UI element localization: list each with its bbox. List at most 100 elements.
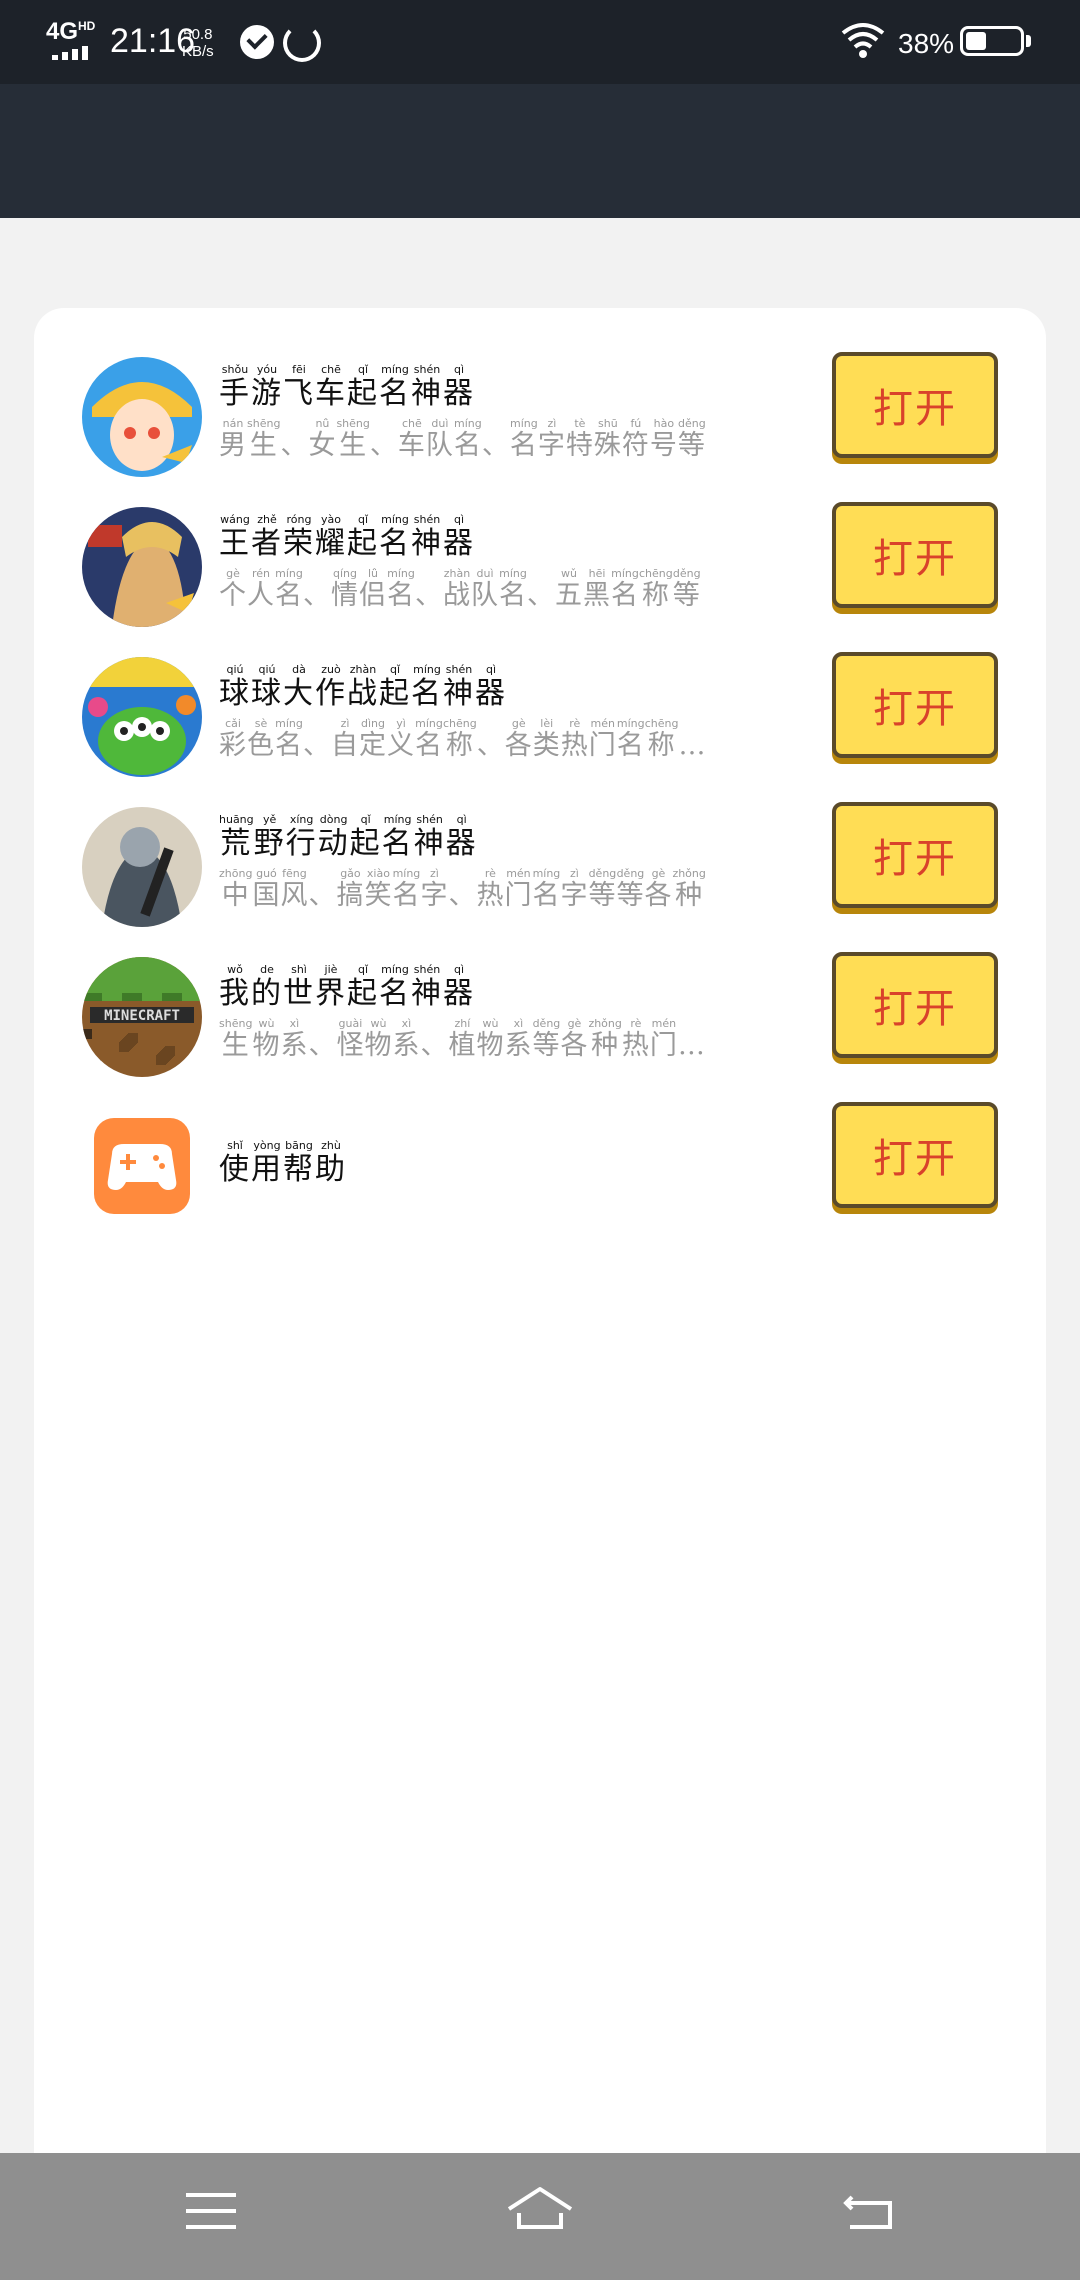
char: 物wù <box>476 1018 505 1061</box>
open-button[interactable]: 打开 <box>832 802 998 908</box>
char: 世shì <box>283 963 315 1011</box>
char: 战zhàn <box>443 568 471 611</box>
open-button[interactable]: 打开 <box>832 352 998 458</box>
char: 我wǒ <box>219 963 251 1011</box>
char: 起qǐ <box>347 513 379 561</box>
char: 门mén <box>649 1018 678 1061</box>
char: 系xì <box>392 1018 421 1061</box>
char: 各gè <box>560 1018 589 1061</box>
char: 女nǚ <box>308 418 337 461</box>
char: 系xì <box>280 1018 309 1061</box>
rules-of-survival-soldier-icon[interactable] <box>82 807 202 927</box>
char: 帮bāng <box>283 1139 315 1187</box>
char: 生shēng <box>219 1018 253 1061</box>
char: 称chēng <box>644 718 679 761</box>
netease-music-icon <box>283 24 321 62</box>
char: 等děng <box>677 418 706 461</box>
char: 名míng <box>453 418 482 461</box>
app-row[interactable]: 使shǐ用yòng帮bāng助zhù 打开 <box>34 1092 1046 1242</box>
char: 种zhǒng <box>588 1018 622 1061</box>
char: 名míng <box>381 813 414 861</box>
app-title: 球qiú球qiú大dà作zuò战zhàn起qǐ名míng神shén器qì <box>219 663 507 712</box>
char: 人rén <box>247 568 275 611</box>
char: 字zì <box>560 868 589 911</box>
char: 荣róng <box>283 513 315 561</box>
app-row[interactable]: 荒huāng野yě行xíng动dòng起qǐ名míng神shén器qì 中zhōn… <box>34 792 1046 942</box>
char: 、 <box>476 730 505 761</box>
char: 色sè <box>247 718 275 761</box>
char: 热rè <box>621 1018 650 1061</box>
open-button[interactable]: 打开 <box>832 502 998 608</box>
app-title: 手shǒu游yóu飞fēi车chē起qǐ名míng神shén器qì <box>219 363 475 412</box>
char: 侣lǚ <box>359 568 387 611</box>
char: 个gè <box>219 568 247 611</box>
char: 男nán <box>219 418 247 461</box>
char: 名míng <box>379 963 411 1011</box>
char: 情qíng <box>331 568 359 611</box>
char: 神shén <box>411 363 443 411</box>
open-button[interactable]: 打开 <box>832 1102 998 1208</box>
char: 生shēng <box>247 418 281 461</box>
char: 车chē <box>315 363 347 411</box>
gamepad-help-icon[interactable] <box>94 1118 190 1214</box>
app-header <box>0 84 1080 218</box>
char: 行xíng <box>285 813 318 861</box>
char: 特tè <box>565 418 594 461</box>
char: 、 <box>303 730 331 761</box>
open-button[interactable]: 打开 <box>832 952 998 1058</box>
battery-percent: 38% <box>898 28 955 59</box>
char: 王wáng <box>219 513 251 561</box>
char: 种zhǒng <box>672 868 706 911</box>
char: 大dà <box>283 663 315 711</box>
ball-battle-monster-icon[interactable] <box>82 657 202 777</box>
char: 神shén <box>411 963 443 1011</box>
char: 称chēng <box>639 568 673 611</box>
char: 、 <box>308 1030 337 1061</box>
char: 器qì <box>443 963 475 1011</box>
svg-text:MINECRAFT: MINECRAFT <box>104 1008 180 1024</box>
speed-racer-avatar-icon[interactable] <box>82 357 202 477</box>
app-row[interactable]: 王wáng者zhě荣róng耀yào起qǐ名míng神shén器qì 个gè人ré… <box>34 492 1046 642</box>
char: 生shēng <box>336 418 370 461</box>
open-button[interactable]: 打开 <box>832 652 998 758</box>
char: 类lèi <box>532 718 561 761</box>
char: 名míng <box>387 568 415 611</box>
menu-icon[interactable] <box>186 2193 236 2229</box>
char: 球qiú <box>251 663 283 711</box>
char: 手shǒu <box>219 363 251 411</box>
char: 起qǐ <box>349 813 382 861</box>
char: 中zhōng <box>219 868 253 911</box>
char: 器qì <box>443 513 475 561</box>
char: 、 <box>369 430 398 461</box>
char: 风fēng <box>280 868 309 911</box>
char: 笑xiào <box>364 868 393 911</box>
home-icon[interactable] <box>505 2183 575 2233</box>
battery-tip <box>1026 35 1031 47</box>
honor-of-kings-hero-icon[interactable] <box>82 507 202 627</box>
back-icon[interactable] <box>842 2193 894 2231</box>
network-speed: 50.8 KB/s <box>182 26 214 60</box>
char: 队duì <box>425 418 454 461</box>
char: 门mén <box>504 868 533 911</box>
char: 器qì <box>475 663 507 711</box>
char: 、 <box>527 580 555 611</box>
char: 队duì <box>471 568 499 611</box>
char: 名míng <box>379 363 411 411</box>
char: 起qǐ <box>347 363 379 411</box>
minecraft-block-icon[interactable]: MINECRAFT <box>82 957 202 1077</box>
app-title: 王wáng者zhě荣róng耀yào起qǐ名míng神shén器qì <box>219 513 475 562</box>
char: 神shén <box>411 513 443 561</box>
wifi-icon <box>841 23 885 58</box>
char: 用yòng <box>251 1139 283 1187</box>
app-row[interactable]: 球qiú球qiú大dà作zuò战zhàn起qǐ名míng神shén器qì 彩cǎi… <box>34 642 1046 792</box>
char: 战zhàn <box>347 663 379 711</box>
app-row[interactable]: MINECRAFT 我wǒ的de世shì界jiè起qǐ名míng神shén器qì 生… <box>34 942 1046 1092</box>
char: 名míng <box>509 418 538 461</box>
app-row[interactable]: 手shǒu游yóu飞fēi车chē起qǐ名míng神shén器qì 男nán生sh… <box>34 342 1046 492</box>
char: 的de <box>251 963 283 1011</box>
battery-level <box>966 32 986 50</box>
app-list-card: 手shǒu游yóu飞fēi车chē起qǐ名míng神shén器qì 男nán生sh… <box>34 308 1046 2183</box>
app-subtitle: 男nán生shēng、女nǚ生shēng、车chē队duì名míng、名míng… <box>219 418 844 462</box>
char: 称chēng <box>443 718 477 761</box>
char: 等děng <box>588 868 617 911</box>
